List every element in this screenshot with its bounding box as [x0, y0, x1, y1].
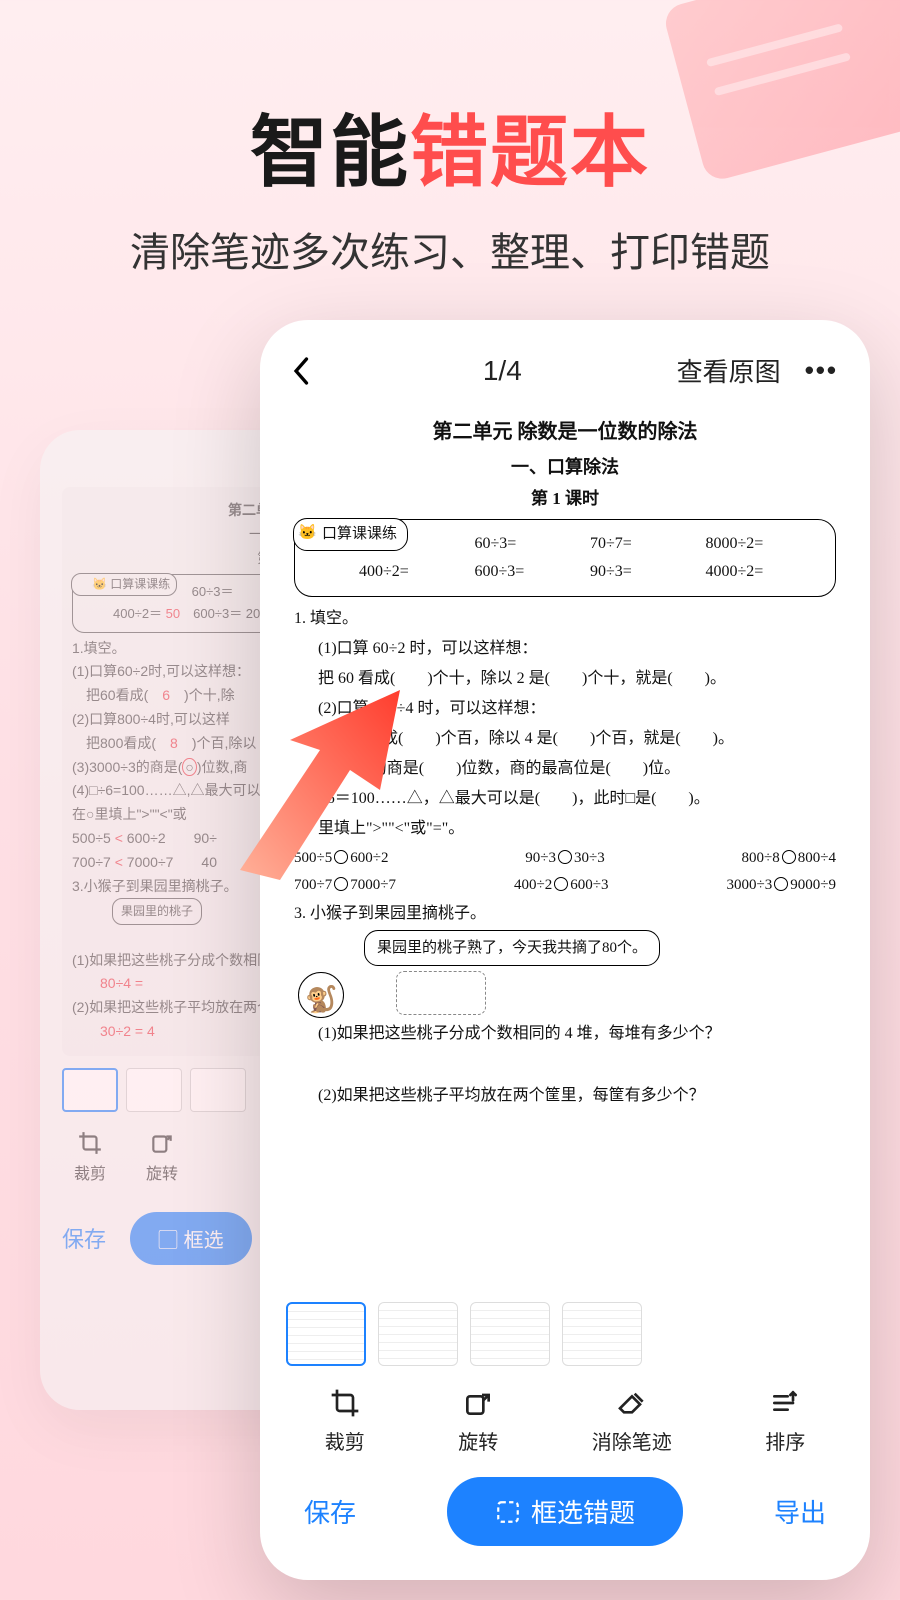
thumbnail[interactable]	[378, 1302, 458, 1366]
save-button[interactable]: 保存	[304, 1493, 356, 1530]
export-button[interactable]: 导出	[774, 1493, 826, 1530]
view-original-button[interactable]: 查看原图	[677, 352, 781, 389]
peach-pile-icon	[396, 971, 486, 1015]
back-rotate-tool: 旋转	[146, 1130, 178, 1184]
footer-bar: 保存 框选错题 导出	[260, 1463, 870, 1580]
chevron-left-icon	[292, 356, 312, 386]
phone-preview-front: 1/4 查看原图 ••• 第二单元 除数是一位数的除法 一、口算除法 第 1 课…	[260, 320, 870, 1580]
monkey-icon	[298, 972, 344, 1018]
sort-icon	[768, 1386, 802, 1420]
tool-label: 裁剪	[325, 1426, 365, 1455]
question-1: 1. 填空。	[294, 605, 836, 633]
back-crop-tool: 裁剪	[74, 1130, 106, 1184]
toolbar: 裁剪 旋转 消除笔迹 排序	[260, 1372, 870, 1463]
doc-section: 一、口算除法	[288, 452, 842, 484]
headline-part2: 错题本	[410, 108, 650, 196]
back-save-link: 保存	[62, 1222, 106, 1254]
crop-button[interactable]: 裁剪	[325, 1386, 365, 1455]
eraser-icon	[615, 1386, 649, 1420]
rotate-icon	[461, 1386, 495, 1420]
tool-label: 排序	[765, 1426, 805, 1455]
thumbnail-strip	[260, 1290, 870, 1372]
more-button[interactable]: •••	[805, 355, 838, 386]
question-3: 3. 小猴子到果园里摘桃子。	[294, 900, 836, 928]
thumbnail[interactable]	[470, 1302, 550, 1366]
practice-tag: 口算课课练	[293, 518, 408, 550]
speech-bubble: 果园里的桃子熟了，今天我共摘了80个。	[364, 930, 660, 966]
arrow-icon	[230, 680, 440, 880]
doc-lesson: 第 1 课时	[288, 484, 842, 514]
select-errors-label: 框选错题	[531, 1493, 635, 1530]
back-select-button: ▢ 框选	[130, 1212, 252, 1265]
crop-icon	[328, 1386, 362, 1420]
subtitle: 清除笔迹多次练习、整理、打印错题	[0, 220, 900, 278]
tool-label: 旋转	[458, 1426, 498, 1455]
thumbnail[interactable]	[286, 1302, 366, 1366]
erase-button[interactable]: 消除笔迹	[592, 1386, 672, 1455]
page-counter: 1/4	[328, 355, 677, 387]
navbar: 1/4 查看原图 •••	[260, 320, 870, 401]
headline-part1: 智能	[250, 108, 410, 196]
thumbnail[interactable]	[562, 1302, 642, 1366]
tool-label: 消除笔迹	[592, 1426, 672, 1455]
doc-title: 第二单元 除数是一位数的除法	[288, 415, 842, 450]
back-button[interactable]	[292, 356, 328, 386]
select-errors-button[interactable]: 框选错题	[447, 1477, 683, 1546]
sort-button[interactable]: 排序	[765, 1386, 805, 1455]
practice-box: 口算课课练 40÷2= 60÷3= 70÷7= 8000÷2= 400÷2= 6…	[294, 519, 836, 597]
selection-icon	[495, 1499, 521, 1525]
rotate-button[interactable]: 旋转	[458, 1386, 498, 1455]
